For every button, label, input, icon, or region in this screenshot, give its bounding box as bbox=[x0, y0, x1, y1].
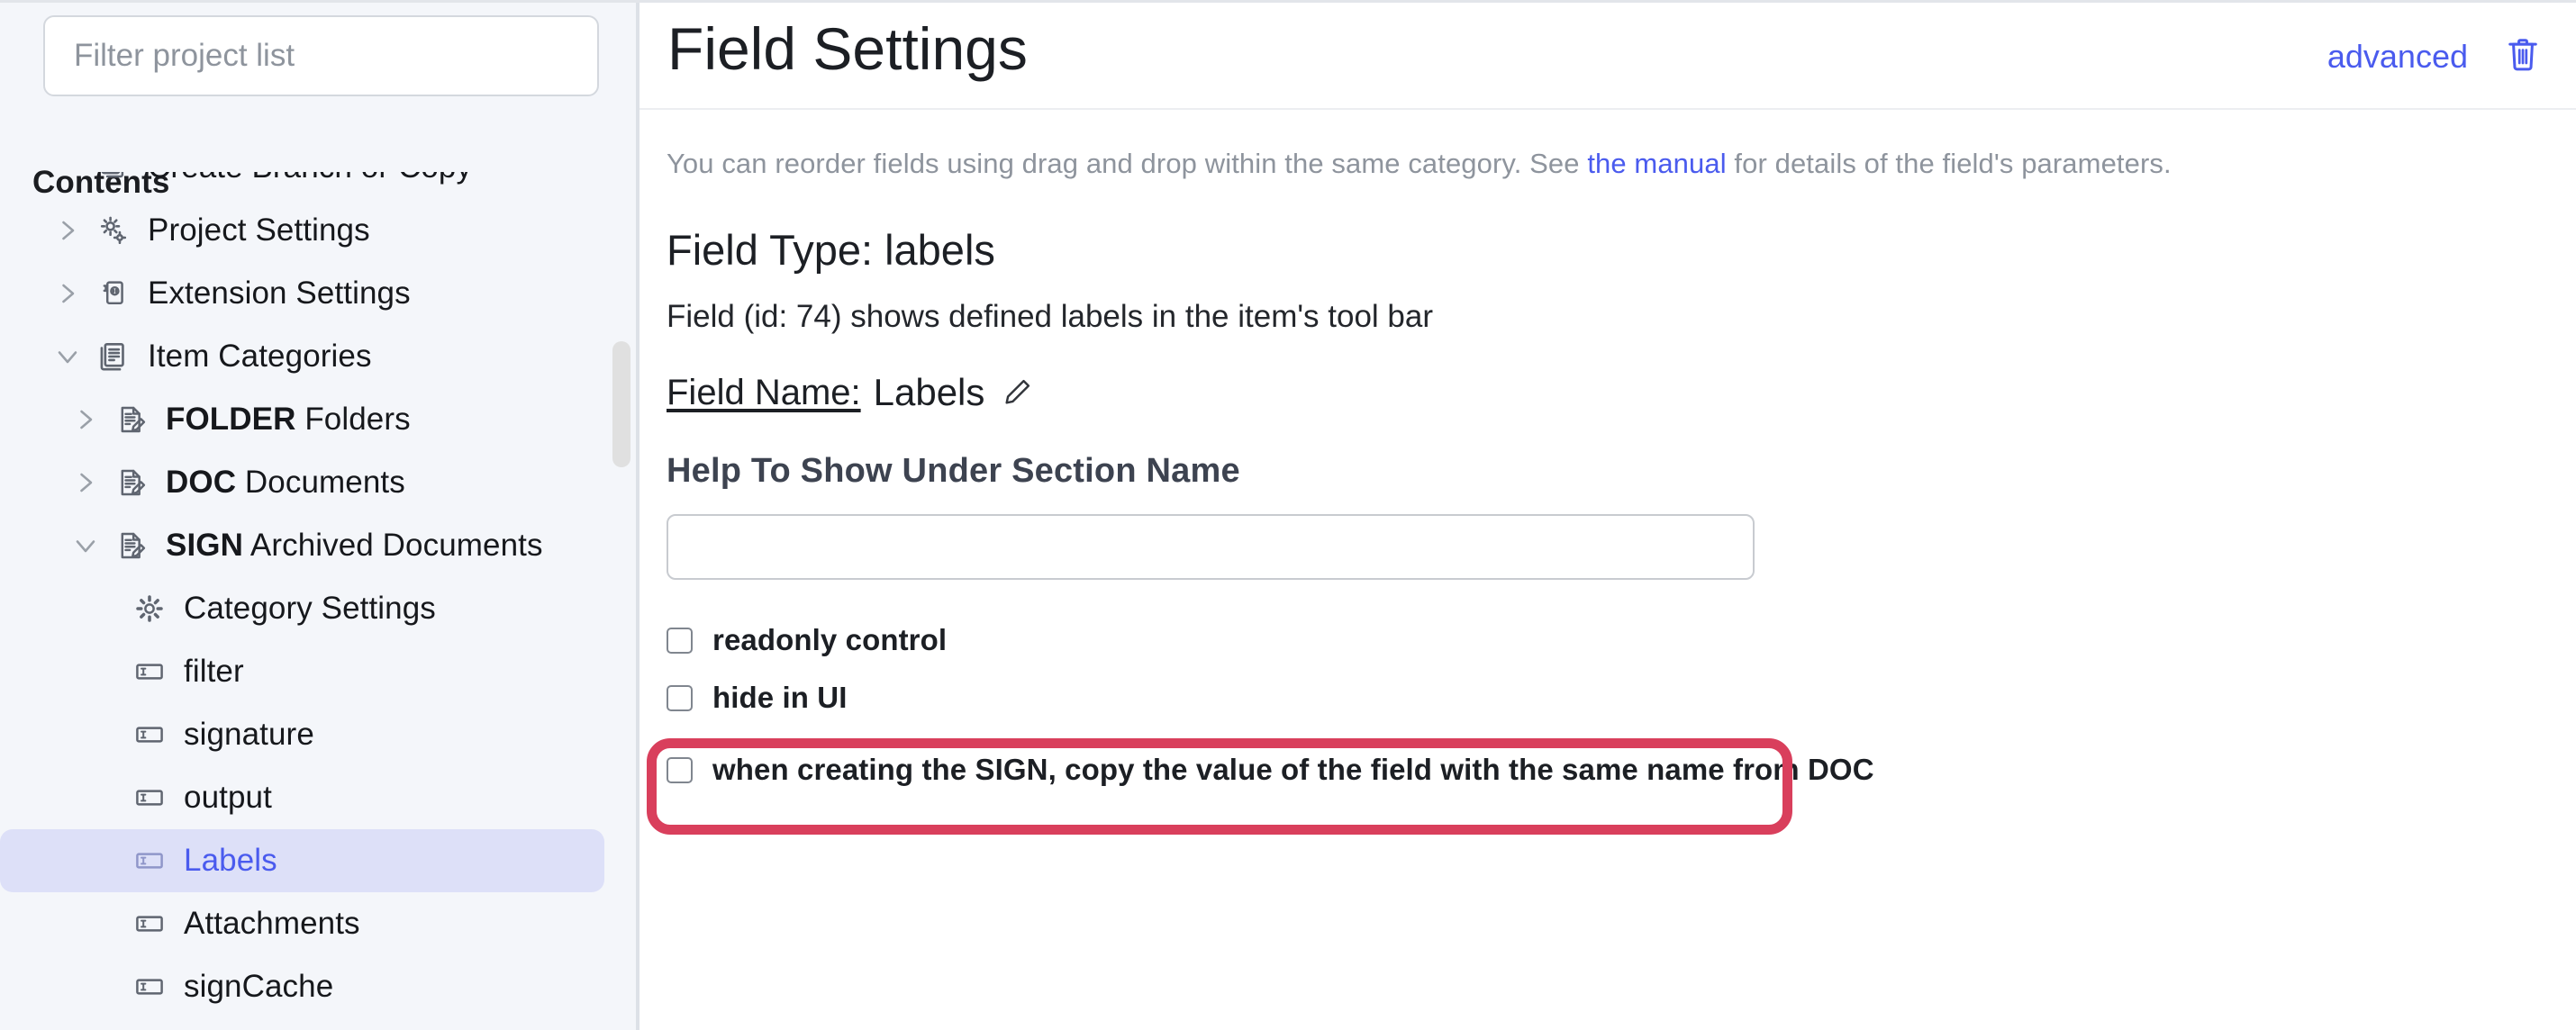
checkbox-label[interactable]: hide in UI bbox=[712, 681, 848, 715]
tree-item-code: FOLDER bbox=[166, 402, 296, 437]
checkbox-label[interactable]: when creating the SIGN, copy the value o… bbox=[712, 753, 1874, 787]
twisty-placeholder bbox=[47, 172, 88, 181]
chevron-right-icon[interactable] bbox=[65, 406, 106, 433]
checkbox-label[interactable]: readonly control bbox=[712, 623, 947, 657]
sidebar: Contents Create Branch or CopyProject Se… bbox=[0, 3, 639, 1030]
text-field-icon bbox=[124, 656, 175, 687]
field-description: Field (id: 74) shows defined labels in t… bbox=[667, 299, 1434, 334]
document-edit-icon bbox=[106, 467, 157, 498]
chevron-right-icon[interactable] bbox=[65, 469, 106, 496]
documents-icon bbox=[88, 340, 139, 373]
tree-item-signature[interactable]: signature bbox=[0, 703, 604, 766]
twisty-placeholder bbox=[83, 973, 124, 1000]
text-field-icon bbox=[124, 782, 175, 813]
delete-field-button[interactable] bbox=[2506, 35, 2540, 77]
project-tree: Create Branch or Copy Project Settings Ext… bbox=[0, 172, 636, 1030]
text-field-icon bbox=[124, 845, 175, 876]
tree-item-labels[interactable]: Labels bbox=[0, 829, 604, 892]
page-title: Field Settings bbox=[667, 15, 1028, 82]
tree-item-label: Item Categories bbox=[148, 339, 372, 374]
gear-icon bbox=[124, 593, 175, 624]
tree-item-project-settings[interactable]: Project Settings bbox=[0, 199, 604, 262]
advanced-link[interactable]: advanced bbox=[2327, 38, 2468, 76]
main-panel: Field Settings advanced You can reorder … bbox=[639, 3, 2576, 1030]
document-edit-icon bbox=[106, 530, 157, 561]
gears-icon bbox=[88, 215, 139, 246]
pencil-icon bbox=[1002, 376, 1033, 410]
field-name-row: Field Name: Labels bbox=[639, 335, 2576, 414]
tree-item-doc-documents[interactable]: DOC Documents bbox=[0, 451, 604, 514]
twisty-placeholder bbox=[83, 595, 124, 622]
tree-item-filter[interactable]: filter bbox=[0, 640, 604, 703]
checkbox-row[interactable]: hide in UI bbox=[639, 672, 2576, 724]
intro-prefix: You can reorder fields using drag and dr… bbox=[667, 148, 1588, 179]
chevron-right-icon[interactable] bbox=[47, 217, 88, 244]
tree-item-label: FOLDER Folders bbox=[166, 402, 411, 438]
intro-suffix: for details of the field's parameters. bbox=[1726, 148, 2172, 179]
text-field-icon bbox=[124, 971, 175, 1002]
tree-item-label: Create Branch or Copy bbox=[148, 172, 472, 185]
filter-project-input[interactable] bbox=[43, 15, 599, 96]
intro-text: You can reorder fields using drag and dr… bbox=[639, 110, 2576, 180]
twisty-placeholder bbox=[83, 847, 124, 874]
chevron-down-icon[interactable] bbox=[47, 345, 88, 368]
tree-item-item-categories[interactable]: Item Categories bbox=[0, 325, 604, 388]
tree-item-name: Archived Documents bbox=[249, 528, 543, 563]
field-name-label: Field Name: bbox=[667, 372, 861, 412]
tree-item-attachments[interactable]: Attachments bbox=[0, 892, 604, 955]
twisty-placeholder bbox=[83, 910, 124, 937]
tree-item-name: Documents bbox=[244, 465, 405, 500]
sidebar-scrollbar[interactable] bbox=[611, 172, 630, 1030]
copy-icon bbox=[88, 172, 139, 183]
tree-item-create-branch-or-copy[interactable]: Create Branch or Copy bbox=[0, 172, 604, 199]
field-type-heading: Field Type: labels bbox=[667, 226, 995, 274]
help-text-label: Help To Show Under Section Name bbox=[667, 452, 1240, 490]
chevron-down-icon[interactable] bbox=[65, 534, 106, 557]
checkbox-hide-in-ui[interactable] bbox=[667, 684, 693, 711]
tree-item-extension-settings[interactable]: Extension Settings bbox=[0, 262, 604, 325]
help-text-input[interactable] bbox=[667, 514, 1755, 580]
text-field-icon bbox=[124, 908, 175, 939]
filter-container bbox=[0, 3, 636, 96]
twisty-placeholder bbox=[83, 784, 124, 811]
document-edit-icon bbox=[106, 404, 157, 435]
tree-item-label: SIGN Archived Documents bbox=[166, 528, 543, 564]
tree-item-signcache[interactable]: signCache bbox=[0, 955, 604, 1018]
tree-item-label: Project Settings bbox=[148, 212, 370, 248]
edit-field-name-button[interactable] bbox=[1002, 376, 1033, 410]
checkbox-when-creating-the-sign-copy-the-value-of[interactable] bbox=[667, 756, 693, 783]
tree-item-label: filter bbox=[184, 654, 244, 689]
twisty-placeholder bbox=[83, 658, 124, 685]
tree-item-label: DOC Documents bbox=[166, 465, 405, 501]
tree-item-folder-folders[interactable]: FOLDER Folders bbox=[0, 388, 604, 451]
tree-item-code: DOC bbox=[166, 465, 237, 500]
tree-item-sign-archived-documents[interactable]: SIGN Archived Documents bbox=[0, 514, 604, 577]
checkbox-row[interactable]: when creating the SIGN, copy the value o… bbox=[639, 744, 2576, 796]
plug-icon bbox=[88, 278, 139, 309]
tree-item-label: Category Settings bbox=[184, 591, 436, 626]
checkbox-readonly-control[interactable] bbox=[667, 627, 693, 654]
checkbox-row[interactable]: readonly control bbox=[639, 614, 2576, 666]
twisty-placeholder bbox=[83, 721, 124, 748]
tree-item-code: SIGN bbox=[166, 528, 243, 563]
tree-item-label: Labels bbox=[184, 843, 277, 878]
header-actions: advanced bbox=[2327, 19, 2540, 77]
tree-item-label: signCache bbox=[184, 969, 334, 1004]
text-field-icon bbox=[124, 719, 175, 750]
page-header: Field Settings advanced bbox=[639, 3, 2576, 110]
tree-item-label: Extension Settings bbox=[148, 276, 411, 311]
tree-item-name: Folders bbox=[304, 402, 411, 437]
chevron-right-icon[interactable] bbox=[47, 280, 88, 307]
manual-link[interactable]: the manual bbox=[1587, 148, 1726, 179]
tree-item-label: Attachments bbox=[184, 906, 360, 941]
field-name-value: Labels bbox=[873, 371, 985, 413]
tree-item-output[interactable]: output bbox=[0, 766, 604, 829]
trash-icon bbox=[2506, 35, 2540, 77]
tree-item-label: signature bbox=[184, 717, 314, 752]
sidebar-scrollbar-thumb[interactable] bbox=[612, 341, 630, 467]
tree-item-category-settings[interactable]: Category Settings bbox=[0, 577, 604, 640]
app-root: Contents Create Branch or CopyProject Se… bbox=[0, 0, 2576, 1030]
tree-item-label: output bbox=[184, 780, 272, 815]
checkbox-group: readonly control hide in UI when creating … bbox=[639, 580, 2576, 796]
